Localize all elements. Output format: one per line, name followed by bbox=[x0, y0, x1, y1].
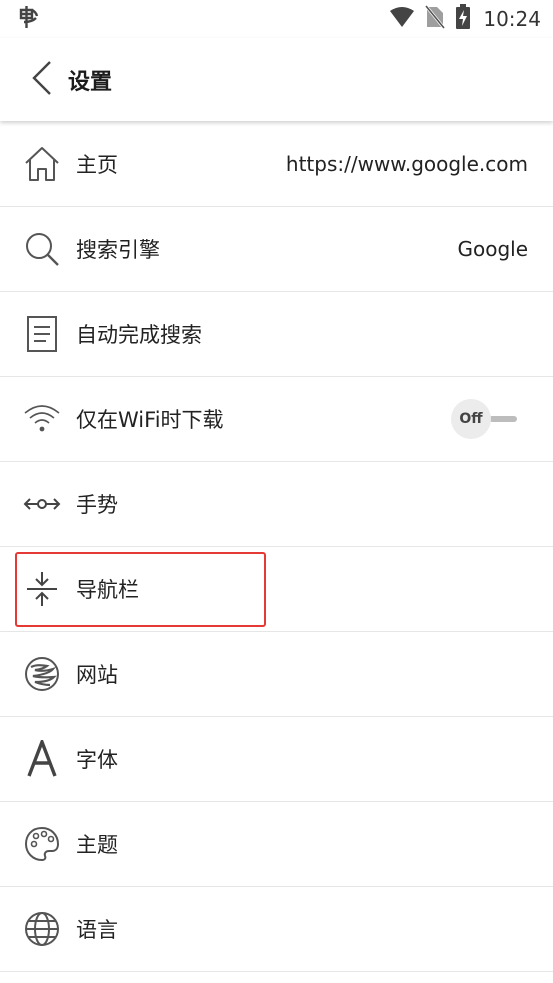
settings-item-label: 搜索引擎 bbox=[76, 238, 160, 262]
font-icon bbox=[22, 739, 62, 779]
settings-item-font[interactable]: 字体 bbox=[0, 717, 553, 802]
settings-item-language[interactable]: 语言 bbox=[0, 887, 553, 972]
app-notification-icon bbox=[16, 4, 42, 34]
settings-item-label: 主页 bbox=[76, 153, 118, 177]
toggle-track bbox=[489, 416, 517, 422]
settings-item-label: 字体 bbox=[76, 748, 118, 772]
settings-item-autocomplete[interactable]: 自动完成搜索 bbox=[0, 292, 553, 377]
settings-list: 主页 https://www.google.com 搜索引擎 Google 自动… bbox=[0, 122, 553, 972]
settings-item-gestures[interactable]: 手势 bbox=[0, 462, 553, 547]
search-engine-value: Google bbox=[457, 237, 528, 261]
toggle-knob: Off bbox=[451, 399, 491, 439]
wifi-only-toggle[interactable]: Off bbox=[451, 399, 523, 439]
battery-charging-icon bbox=[455, 4, 481, 34]
settings-item-label: 自动完成搜索 bbox=[76, 323, 202, 347]
settings-item-label: 语言 bbox=[76, 918, 118, 942]
settings-item-label: 手势 bbox=[76, 493, 118, 517]
settings-item-websites[interactable]: 网站 bbox=[0, 632, 553, 717]
settings-item-label: 仅在WiFi时下载 bbox=[76, 408, 224, 432]
status-time: 10:24 bbox=[483, 7, 541, 31]
settings-item-homepage[interactable]: 主页 https://www.google.com bbox=[0, 122, 553, 207]
back-arrow-icon bbox=[30, 60, 54, 100]
page-title: 设置 bbox=[68, 69, 113, 95]
settings-item-label: 导航栏 bbox=[76, 578, 139, 602]
home-icon bbox=[22, 144, 62, 184]
status-bar: 10:24 bbox=[0, 0, 553, 38]
toolbar: 设置 bbox=[0, 38, 553, 121]
search-icon bbox=[22, 229, 62, 269]
settings-item-label: 网站 bbox=[76, 663, 118, 687]
homepage-value: https://www.google.com bbox=[285, 152, 528, 176]
globe-icon bbox=[22, 909, 62, 949]
document-list-icon bbox=[22, 314, 62, 354]
wifi-icon bbox=[389, 6, 425, 32]
settings-item-label: 主题 bbox=[76, 833, 118, 857]
settings-item-wifi-download[interactable]: 仅在WiFi时下载 Off bbox=[0, 377, 553, 462]
palette-icon bbox=[22, 824, 62, 864]
settings-item-search-engine[interactable]: 搜索引擎 Google bbox=[0, 207, 553, 292]
wifi-icon bbox=[22, 399, 62, 439]
website-icon bbox=[22, 654, 62, 694]
settings-item-theme[interactable]: 主题 bbox=[0, 802, 553, 887]
back-button[interactable] bbox=[20, 58, 64, 102]
gesture-arrows-icon bbox=[22, 484, 62, 524]
settings-item-navigation-bar[interactable]: 导航栏 bbox=[0, 547, 553, 632]
collapse-vertical-icon bbox=[22, 569, 62, 609]
no-sim-icon bbox=[425, 5, 455, 33]
